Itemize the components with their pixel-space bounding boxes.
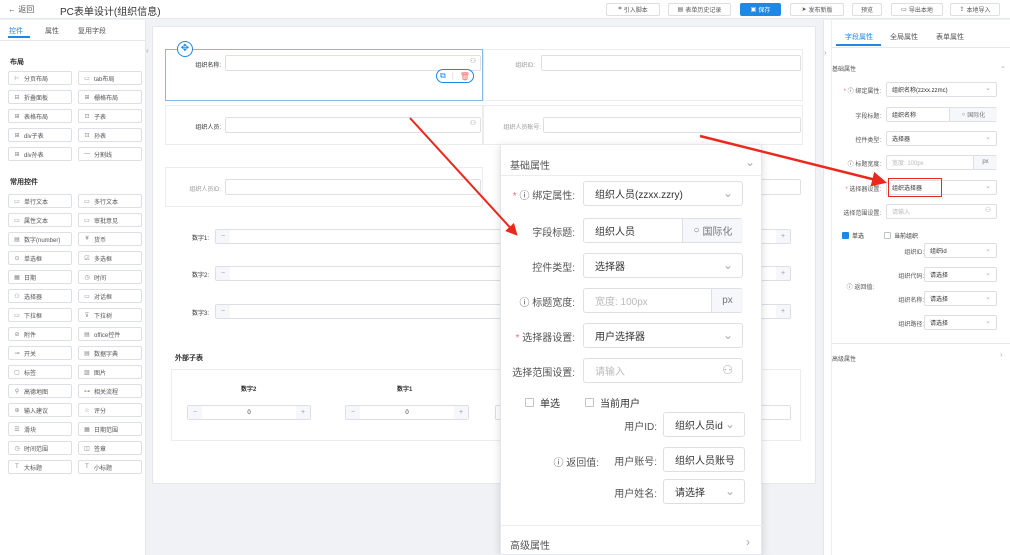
arrow-to-zoom-panel — [409, 117, 518, 236]
arrow-to-selector-setting — [699, 134, 887, 187]
annotation-arrows — [409, 117, 887, 236]
